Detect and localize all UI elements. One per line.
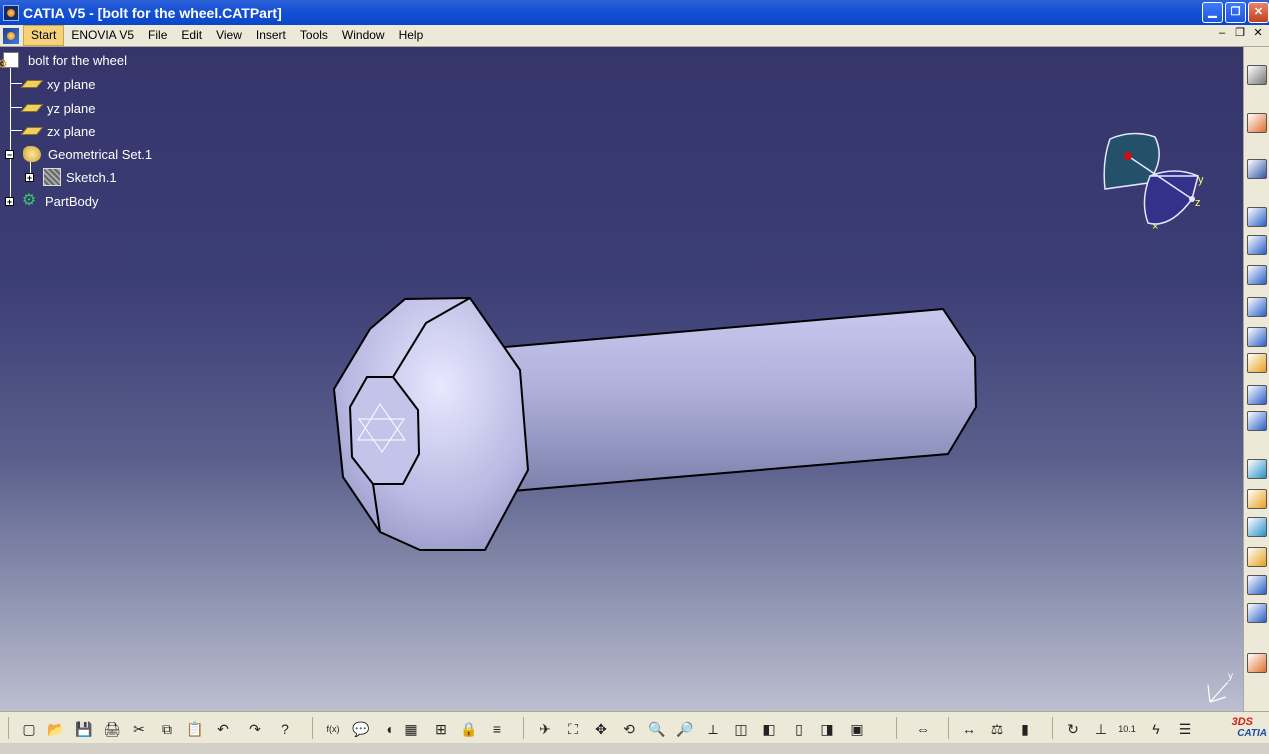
toolbar-separator xyxy=(523,717,524,739)
document-window-controls: – ❐ ✕ xyxy=(1215,27,1265,41)
catia-app-icon[interactable] xyxy=(3,4,19,21)
material-icon[interactable]: ▣ xyxy=(846,718,868,740)
undo-icon[interactable]: ↶ xyxy=(212,718,234,740)
toolbar-separator xyxy=(312,717,313,739)
apply-material-icon[interactable]: ▮ xyxy=(1014,718,1036,740)
fly-mode-icon[interactable]: ✈ xyxy=(534,718,556,740)
cut-icon[interactable]: ✂ xyxy=(128,718,150,740)
window-controls: ▁ ❐ ✕ xyxy=(1202,2,1269,23)
shaft-icon[interactable] xyxy=(1247,265,1267,285)
shading-icon[interactable]: ◧ xyxy=(758,718,780,740)
restore-button[interactable]: ❐ xyxy=(1225,2,1246,23)
menu-file[interactable]: File xyxy=(141,26,174,45)
bolt-model[interactable] xyxy=(0,47,1243,711)
bolt-shaft[interactable] xyxy=(503,307,978,493)
compass-handle[interactable] xyxy=(1124,152,1132,160)
redo-icon[interactable]: ↷ xyxy=(244,718,266,740)
new-document-icon[interactable]: ▢ xyxy=(18,718,40,740)
menu-insert[interactable]: Insert xyxy=(249,26,293,45)
lock-icon[interactable]: 🔒 xyxy=(458,718,480,740)
comment-icon[interactable]: 💬 xyxy=(350,718,372,740)
remove-loft-icon[interactable] xyxy=(1247,489,1267,509)
compass-x-mark: × xyxy=(1152,221,1158,233)
axis-triad: y xyxy=(1207,671,1233,703)
save-icon[interactable]: 💾 xyxy=(73,718,95,740)
toolbar-separator xyxy=(8,717,9,739)
rib-icon[interactable] xyxy=(1247,353,1267,373)
toolbar-separator xyxy=(1052,717,1053,739)
window-title: CATIA V5 - [bolt for the wheel.CATPart] xyxy=(23,4,282,21)
list-icon[interactable]: ≡ xyxy=(486,718,508,740)
minimize-button[interactable]: ▁ xyxy=(1202,2,1223,23)
menu-enovia[interactable]: ENOVIA V5 xyxy=(64,26,141,45)
measure-icon[interactable]: ⇔ xyxy=(912,718,934,740)
menu-tools[interactable]: Tools xyxy=(293,26,335,45)
paste-icon[interactable]: 📋 xyxy=(184,718,206,740)
catia-logo: CATIA xyxy=(1231,702,1267,742)
views-icon[interactable]: ◫ xyxy=(730,718,752,740)
compass[interactable]: y z × xyxy=(1100,131,1210,241)
print-icon[interactable]: 🖨 xyxy=(101,718,123,740)
open-folder-icon[interactable]: 📂 xyxy=(45,718,67,740)
knowledge-icon[interactable]: ◖ xyxy=(378,718,400,740)
menu-view[interactable]: View xyxy=(209,26,249,45)
pocket-icon[interactable] xyxy=(1247,235,1267,255)
sketcher-icon[interactable] xyxy=(1247,159,1267,179)
doc-minimize-button[interactable]: – xyxy=(1215,27,1229,41)
hide-show-icon[interactable]: ▯ xyxy=(788,718,810,740)
compass-z-label: z xyxy=(1195,197,1201,209)
measure-between-icon[interactable]: ↔ xyxy=(958,718,980,740)
whats-this-icon[interactable]: ? xyxy=(274,718,296,740)
zoom-in-icon[interactable]: 🔍 xyxy=(646,718,668,740)
axis-y-label: y xyxy=(1228,671,1233,682)
compass-y-label: y xyxy=(1198,174,1204,186)
menu-help[interactable]: Help xyxy=(392,26,431,45)
pad-icon[interactable] xyxy=(1247,207,1267,227)
normal-view-icon[interactable]: ⟂ xyxy=(702,718,724,740)
copy-icon[interactable]: ⧉ xyxy=(156,718,178,740)
toolbar-separator xyxy=(948,717,949,739)
table-icon[interactable]: ▦ xyxy=(400,718,422,740)
select-arrow-icon[interactable] xyxy=(1247,113,1267,133)
axis-system-icon[interactable]: ⊥ xyxy=(1090,718,1112,740)
stack-icon[interactable]: ☰ xyxy=(1174,718,1196,740)
rotate-icon[interactable]: ⟲ xyxy=(618,718,640,740)
doc-restore-button[interactable]: ❐ xyxy=(1233,27,1247,41)
draft-icon[interactable] xyxy=(1247,575,1267,595)
doc-close-button[interactable]: ✕ xyxy=(1251,27,1265,41)
groove-icon[interactable] xyxy=(1247,297,1267,317)
bottom-toolbar: CATIA ▢📂 💾 🖨✂ ⧉ 📋 ↶ ↷? f(x) 💬 ◖▦ ⊞ 🔒 ≡ ✈ ⛶ ✥ ⟲ 🔍 🔎 ⟂ ◫ ◧ ▯ ◨ ▣ ⇔ ↔… xyxy=(0,702,1269,743)
3d-viewport[interactable]: bolt for the wheel xy plane yz plane zx … xyxy=(0,47,1243,711)
shell-icon[interactable] xyxy=(1247,603,1267,623)
inertia-icon[interactable]: ⚖ xyxy=(986,718,1008,740)
loft-icon[interactable] xyxy=(1247,459,1267,479)
grid-icon[interactable]: 10.1 xyxy=(1116,718,1138,740)
snap-icon[interactable]: ϟ xyxy=(1145,718,1167,740)
menu-edit[interactable]: Edit xyxy=(174,26,209,45)
toolbar-separator xyxy=(896,717,897,739)
fillet-icon[interactable] xyxy=(1247,517,1267,537)
menu-bar: Start ENOVIA V5 File Edit View Insert To… xyxy=(0,25,1269,47)
slot-icon[interactable] xyxy=(1247,385,1267,405)
hierarchy-icon[interactable]: ⊞ xyxy=(430,718,452,740)
zoom-out-icon[interactable]: 🔎 xyxy=(674,718,696,740)
right-toolbar xyxy=(1243,47,1269,711)
swap-visible-icon[interactable]: ◨ xyxy=(816,718,838,740)
chamfer-icon[interactable] xyxy=(1247,547,1267,567)
stiffener-icon[interactable] xyxy=(1247,411,1267,431)
hole-icon[interactable] xyxy=(1247,327,1267,347)
start-menu-icon[interactable] xyxy=(3,27,19,44)
fit-all-icon[interactable]: ⛶ xyxy=(562,718,584,740)
pan-icon[interactable]: ✥ xyxy=(590,718,612,740)
formula-icon[interactable]: f(x) xyxy=(322,718,344,740)
menu-start[interactable]: Start xyxy=(23,25,65,46)
close-button[interactable]: ✕ xyxy=(1248,2,1269,23)
menu-window[interactable]: Window xyxy=(335,26,392,45)
title-bar: CATIA V5 - [bolt for the wheel.CATPart] … xyxy=(0,0,1269,25)
thickness-icon[interactable] xyxy=(1247,653,1267,673)
gear-icon[interactable] xyxy=(1247,65,1267,85)
update-icon[interactable]: ↻ xyxy=(1062,718,1084,740)
